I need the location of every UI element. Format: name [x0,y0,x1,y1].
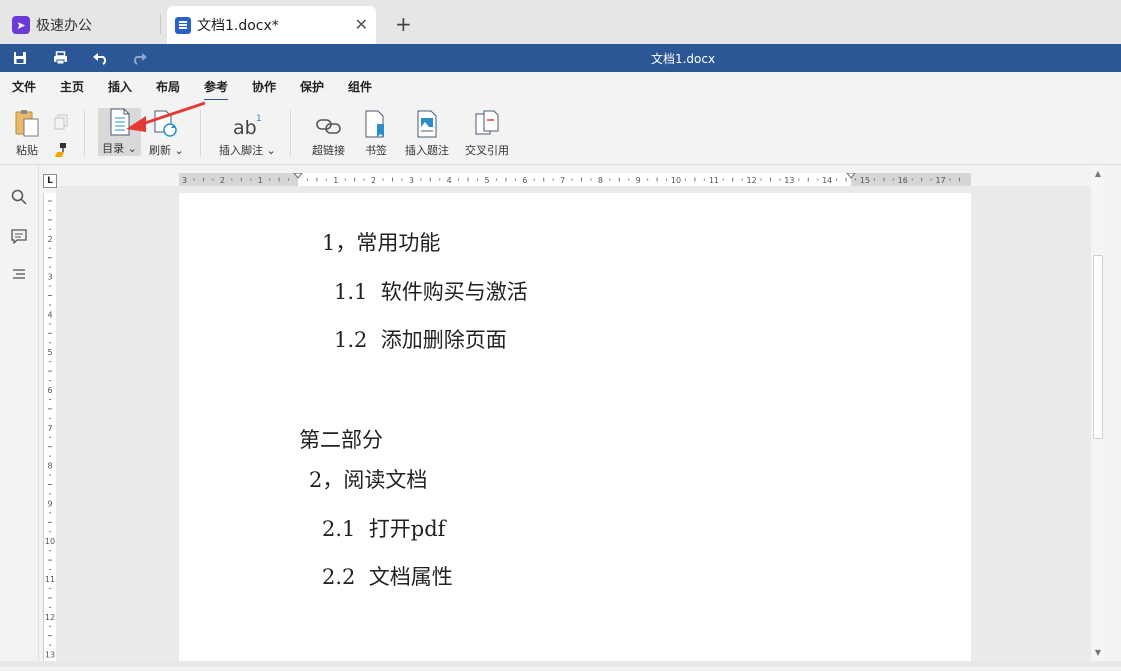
ruler-ticks: 3 2 1 1 2 3 4 5 6 7 8 9 10 11 12 13 14 15 16 17 [182,173,960,185]
svg-text:13: 13 [784,176,794,185]
svg-text:11: 11 [45,575,55,584]
svg-text:7: 7 [560,176,565,185]
svg-text:4: 4 [47,310,52,319]
horizontal-ruler[interactable]: 3 2 1 1 2 3 4 5 6 7 8 9 10 11 12 13 14 15 16 17 [179,173,971,186]
heading-1: 1，常用功能 [322,231,441,255]
svg-text:8: 8 [598,176,603,185]
svg-text:3: 3 [47,273,52,282]
svg-text:3: 3 [182,176,187,185]
svg-text:3: 3 [409,176,414,185]
svg-text:12: 12 [45,613,55,622]
svg-text:16: 16 [898,176,908,185]
scroll-down-icon[interactable]: ▼ [1093,648,1103,658]
vertical-ruler-ticks: 2 3 4 5 6 7 8 9 10 11 12 13 [45,200,55,665]
svg-text:6: 6 [47,386,52,395]
scrollbar-thumb[interactable] [1093,255,1103,439]
svg-text:14: 14 [822,176,832,185]
svg-text:11: 11 [709,176,719,185]
svg-text:9: 9 [47,499,52,508]
svg-text:8: 8 [47,462,52,471]
heading-2-2: 2.2 文档属性 [322,565,453,589]
svg-text:7: 7 [47,424,52,433]
svg-text:10: 10 [45,537,55,546]
vertical-ruler[interactable]: 2 3 4 5 6 7 8 9 10 11 12 13 [43,193,56,667]
navigation-icon[interactable] [10,265,28,283]
svg-text:15: 15 [860,176,870,185]
section-title: 第二部分 [299,428,383,452]
heading-1-2: 1.2 添加删除页面 [334,328,507,352]
svg-text:1: 1 [333,176,338,185]
status-bar [0,661,1121,667]
left-sidebar [0,165,39,667]
svg-text:10: 10 [671,176,681,185]
scroll-up-icon[interactable]: ▲ [1093,169,1103,179]
svg-text:2: 2 [371,176,376,185]
comment-icon[interactable] [10,227,28,245]
svg-text:1: 1 [258,176,263,185]
svg-text:17: 17 [936,176,946,185]
svg-text:2: 2 [47,235,52,244]
heading-2: 2，阅读文档 [309,468,428,492]
svg-text:12: 12 [747,176,757,185]
heading-1-1: 1.1 软件购买与激活 [334,280,528,304]
svg-text:5: 5 [484,176,489,185]
svg-text:6: 6 [522,176,527,185]
svg-text:13: 13 [45,651,55,660]
svg-text:9: 9 [636,176,641,185]
document-page[interactable]: 1，常用功能 1.1 软件购买与激活 1.2 添加删除页面 第二部分 2，阅读文… [179,193,971,667]
svg-text:5: 5 [47,348,52,357]
search-icon[interactable] [10,188,28,206]
tab-stop-selector[interactable]: L [43,174,57,188]
svg-text:4: 4 [447,176,452,185]
svg-text:2: 2 [220,176,225,185]
heading-2-1: 2.1 打开pdf [322,517,446,541]
